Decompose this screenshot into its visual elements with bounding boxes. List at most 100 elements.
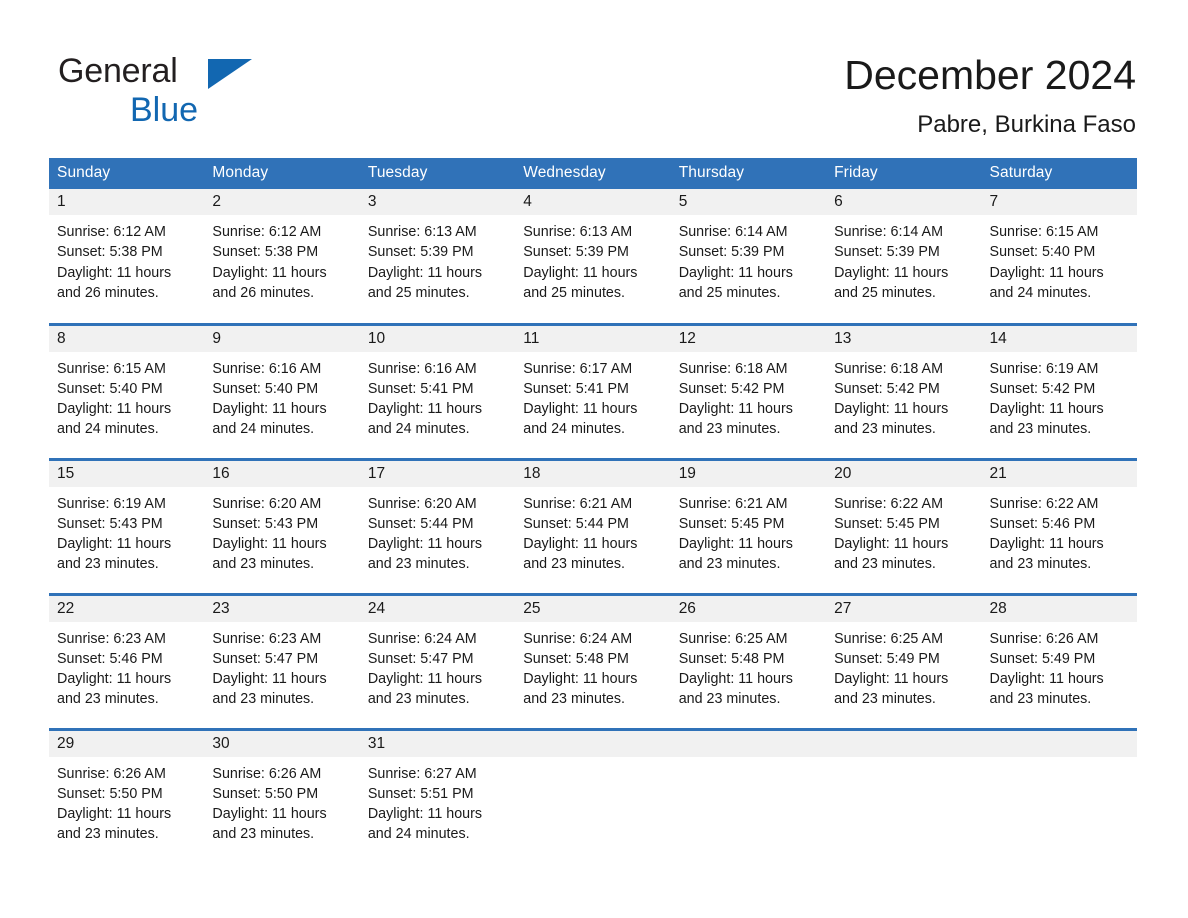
day-cell[interactable]: 11 Sunrise: 6:17 AM Sunset: 5:41 PM Dayl… [515,322,671,459]
page-subtitle: Pabre, Burkina Faso [917,111,1136,138]
sunrise-text: Sunrise: 6:21 AM [523,495,633,512]
day-cell[interactable]: 31 Sunrise: 6:27 AM Sunset: 5:51 PM Dayl… [359,727,516,864]
daylight-text-line1: Daylight: 11 hours [212,536,327,553]
day-number: 12 [670,325,827,352]
weekday-header-row: Sunday Monday Tuesday Wednesday Thursday… [49,158,1137,189]
sunset-text: Sunset: 5:44 PM [367,515,474,532]
day-number [515,730,671,757]
day-cell[interactable]: 4 Sunrise: 6:13 AM Sunset: 5:39 PM Dayli… [515,189,671,324]
day-cell[interactable]: 10 Sunrise: 6:16 AM Sunset: 5:41 PM Dayl… [359,322,516,459]
sunset-text: Sunset: 5:40 PM [989,244,1096,261]
day-cell[interactable]: 15 Sunrise: 6:19 AM Sunset: 5:43 PM Dayl… [49,457,205,594]
sunrise-text: Sunrise: 6:23 AM [212,630,322,647]
daylight-text-line2: and 23 minutes. [989,421,1092,438]
sunset-text: Sunset: 5:45 PM [834,515,940,532]
day-details: Sunrise: 6:12 AM Sunset: 5:38 PM Dayligh… [204,215,359,303]
daylight-text-line1: Daylight: 11 hours [834,264,949,281]
day-details: Sunrise: 6:20 AM Sunset: 5:43 PM Dayligh… [204,487,359,575]
sunrise-text: Sunrise: 6:16 AM [212,360,322,377]
day-number [670,730,827,757]
title-block: December 2024 Pabre, Burkina Faso [436,50,1136,139]
daylight-text-line2: and 24 minutes. [367,421,470,438]
day-number: 19 [670,460,827,487]
weekday-header-thursday: Thursday [670,158,827,189]
day-details: Sunrise: 6:13 AM Sunset: 5:39 PM Dayligh… [360,215,515,303]
day-number: 5 [670,189,827,215]
sunset-text: Sunset: 5:41 PM [367,380,474,397]
sunset-text: Sunset: 5:43 PM [212,515,319,532]
sunset-text: Sunset: 5:46 PM [989,515,1096,532]
day-details: Sunrise: 6:17 AM Sunset: 5:41 PM Dayligh… [515,352,670,440]
day-number: 9 [204,325,360,352]
sunset-text: Sunset: 5:50 PM [57,785,163,802]
daylight-text-line2: and 23 minutes. [523,556,625,573]
day-details: Sunrise: 6:20 AM Sunset: 5:44 PM Dayligh… [360,487,515,575]
day-cell[interactable]: 26 Sunrise: 6:25 AM Sunset: 5:48 PM Dayl… [670,592,827,729]
day-cell[interactable]: 2 Sunrise: 6:12 AM Sunset: 5:38 PM Dayli… [204,189,360,324]
day-cell[interactable]: 18 Sunrise: 6:21 AM Sunset: 5:44 PM Dayl… [515,457,671,594]
day-cell[interactable]: 29 Sunrise: 6:26 AM Sunset: 5:50 PM Dayl… [49,727,205,864]
sunrise-text: Sunrise: 6:25 AM [834,630,943,647]
sunset-text: Sunset: 5:39 PM [678,244,785,261]
sunrise-text: Sunrise: 6:18 AM [834,360,943,377]
day-cell[interactable]: 14 Sunrise: 6:19 AM Sunset: 5:42 PM Dayl… [981,322,1137,459]
day-cell[interactable]: 3 Sunrise: 6:13 AM Sunset: 5:39 PM Dayli… [359,189,516,324]
day-cell[interactable]: 27 Sunrise: 6:25 AM Sunset: 5:49 PM Dayl… [826,592,982,729]
day-cell-empty [826,727,982,864]
day-cell[interactable]: 6 Sunrise: 6:14 AM Sunset: 5:39 PM Dayli… [826,189,982,324]
day-cell[interactable]: 22 Sunrise: 6:23 AM Sunset: 5:46 PM Dayl… [49,592,205,729]
day-details: Sunrise: 6:27 AM Sunset: 5:51 PM Dayligh… [360,757,515,845]
day-number: 30 [204,730,360,757]
day-cell[interactable]: 20 Sunrise: 6:22 AM Sunset: 5:45 PM Dayl… [826,457,982,594]
sunrise-text: Sunrise: 6:15 AM [57,360,166,377]
day-cell[interactable]: 24 Sunrise: 6:24 AM Sunset: 5:47 PM Dayl… [359,592,516,729]
day-cell[interactable]: 9 Sunrise: 6:16 AM Sunset: 5:40 PM Dayli… [204,322,360,459]
day-cell-empty [670,727,827,864]
daylight-text-line2: and 23 minutes. [57,556,159,573]
sunset-text: Sunset: 5:44 PM [523,515,629,532]
sunset-text: Sunset: 5:51 PM [367,785,474,802]
day-cell[interactable]: 13 Sunrise: 6:18 AM Sunset: 5:42 PM Dayl… [826,322,982,459]
day-details: Sunrise: 6:23 AM Sunset: 5:46 PM Dayligh… [49,622,204,710]
day-cell[interactable]: 1 Sunrise: 6:12 AM Sunset: 5:38 PM Dayli… [49,189,205,324]
day-details: Sunrise: 6:21 AM Sunset: 5:45 PM Dayligh… [671,487,826,575]
day-details: Sunrise: 6:16 AM Sunset: 5:40 PM Dayligh… [204,352,359,440]
day-cell[interactable]: 12 Sunrise: 6:18 AM Sunset: 5:42 PM Dayl… [670,322,827,459]
sunset-text: Sunset: 5:39 PM [367,244,474,261]
daylight-text-line2: and 24 minutes. [57,421,159,438]
sunrise-text: Sunrise: 6:21 AM [678,495,788,512]
day-cell[interactable]: 28 Sunrise: 6:26 AM Sunset: 5:49 PM Dayl… [981,592,1137,729]
day-cell[interactable]: 8 Sunrise: 6:15 AM Sunset: 5:40 PM Dayli… [49,322,205,459]
daylight-text-line2: and 25 minutes. [523,284,625,301]
sunrise-text: Sunrise: 6:18 AM [678,360,788,377]
day-cell[interactable]: 7 Sunrise: 6:15 AM Sunset: 5:40 PM Dayli… [981,189,1137,324]
sunrise-text: Sunrise: 6:19 AM [57,495,166,512]
sunrise-sunset-calendar-table: Sunday Monday Tuesday Wednesday Thursday… [49,158,1137,864]
sunrise-text: Sunrise: 6:24 AM [523,630,633,647]
daylight-text-line2: and 26 minutes. [57,284,159,301]
daylight-text-line2: and 24 minutes. [367,826,470,843]
week-row: 15 Sunrise: 6:19 AM Sunset: 5:43 PM Dayl… [49,457,1137,594]
day-cell[interactable]: 23 Sunrise: 6:23 AM Sunset: 5:47 PM Dayl… [204,592,360,729]
day-number: 4 [515,189,671,215]
day-details: Sunrise: 6:26 AM Sunset: 5:50 PM Dayligh… [49,757,204,845]
day-cell[interactable]: 17 Sunrise: 6:20 AM Sunset: 5:44 PM Dayl… [359,457,516,594]
day-number: 24 [359,595,516,622]
day-cell[interactable]: 16 Sunrise: 6:20 AM Sunset: 5:43 PM Dayl… [204,457,360,594]
day-cell[interactable]: 25 Sunrise: 6:24 AM Sunset: 5:48 PM Dayl… [515,592,671,729]
sunset-text: Sunset: 5:50 PM [212,785,319,802]
day-details [826,757,981,764]
daylight-text-line2: and 23 minutes. [57,826,159,843]
daylight-text-line1: Daylight: 11 hours [367,401,483,418]
day-cell[interactable]: 30 Sunrise: 6:26 AM Sunset: 5:50 PM Dayl… [204,727,360,864]
day-details: Sunrise: 6:16 AM Sunset: 5:41 PM Dayligh… [360,352,515,440]
daylight-text-line2: and 23 minutes. [57,691,159,708]
day-cell[interactable]: 21 Sunrise: 6:22 AM Sunset: 5:46 PM Dayl… [981,457,1137,594]
day-cell[interactable]: 5 Sunrise: 6:14 AM Sunset: 5:39 PM Dayli… [670,189,827,324]
day-details: Sunrise: 6:19 AM Sunset: 5:43 PM Dayligh… [49,487,204,575]
sunrise-text: Sunrise: 6:20 AM [367,495,477,512]
day-details: Sunrise: 6:22 AM Sunset: 5:45 PM Dayligh… [826,487,981,575]
day-cell[interactable]: 19 Sunrise: 6:21 AM Sunset: 5:45 PM Dayl… [670,457,827,594]
day-details: Sunrise: 6:24 AM Sunset: 5:47 PM Dayligh… [360,622,515,710]
sunset-text: Sunset: 5:38 PM [212,244,319,261]
